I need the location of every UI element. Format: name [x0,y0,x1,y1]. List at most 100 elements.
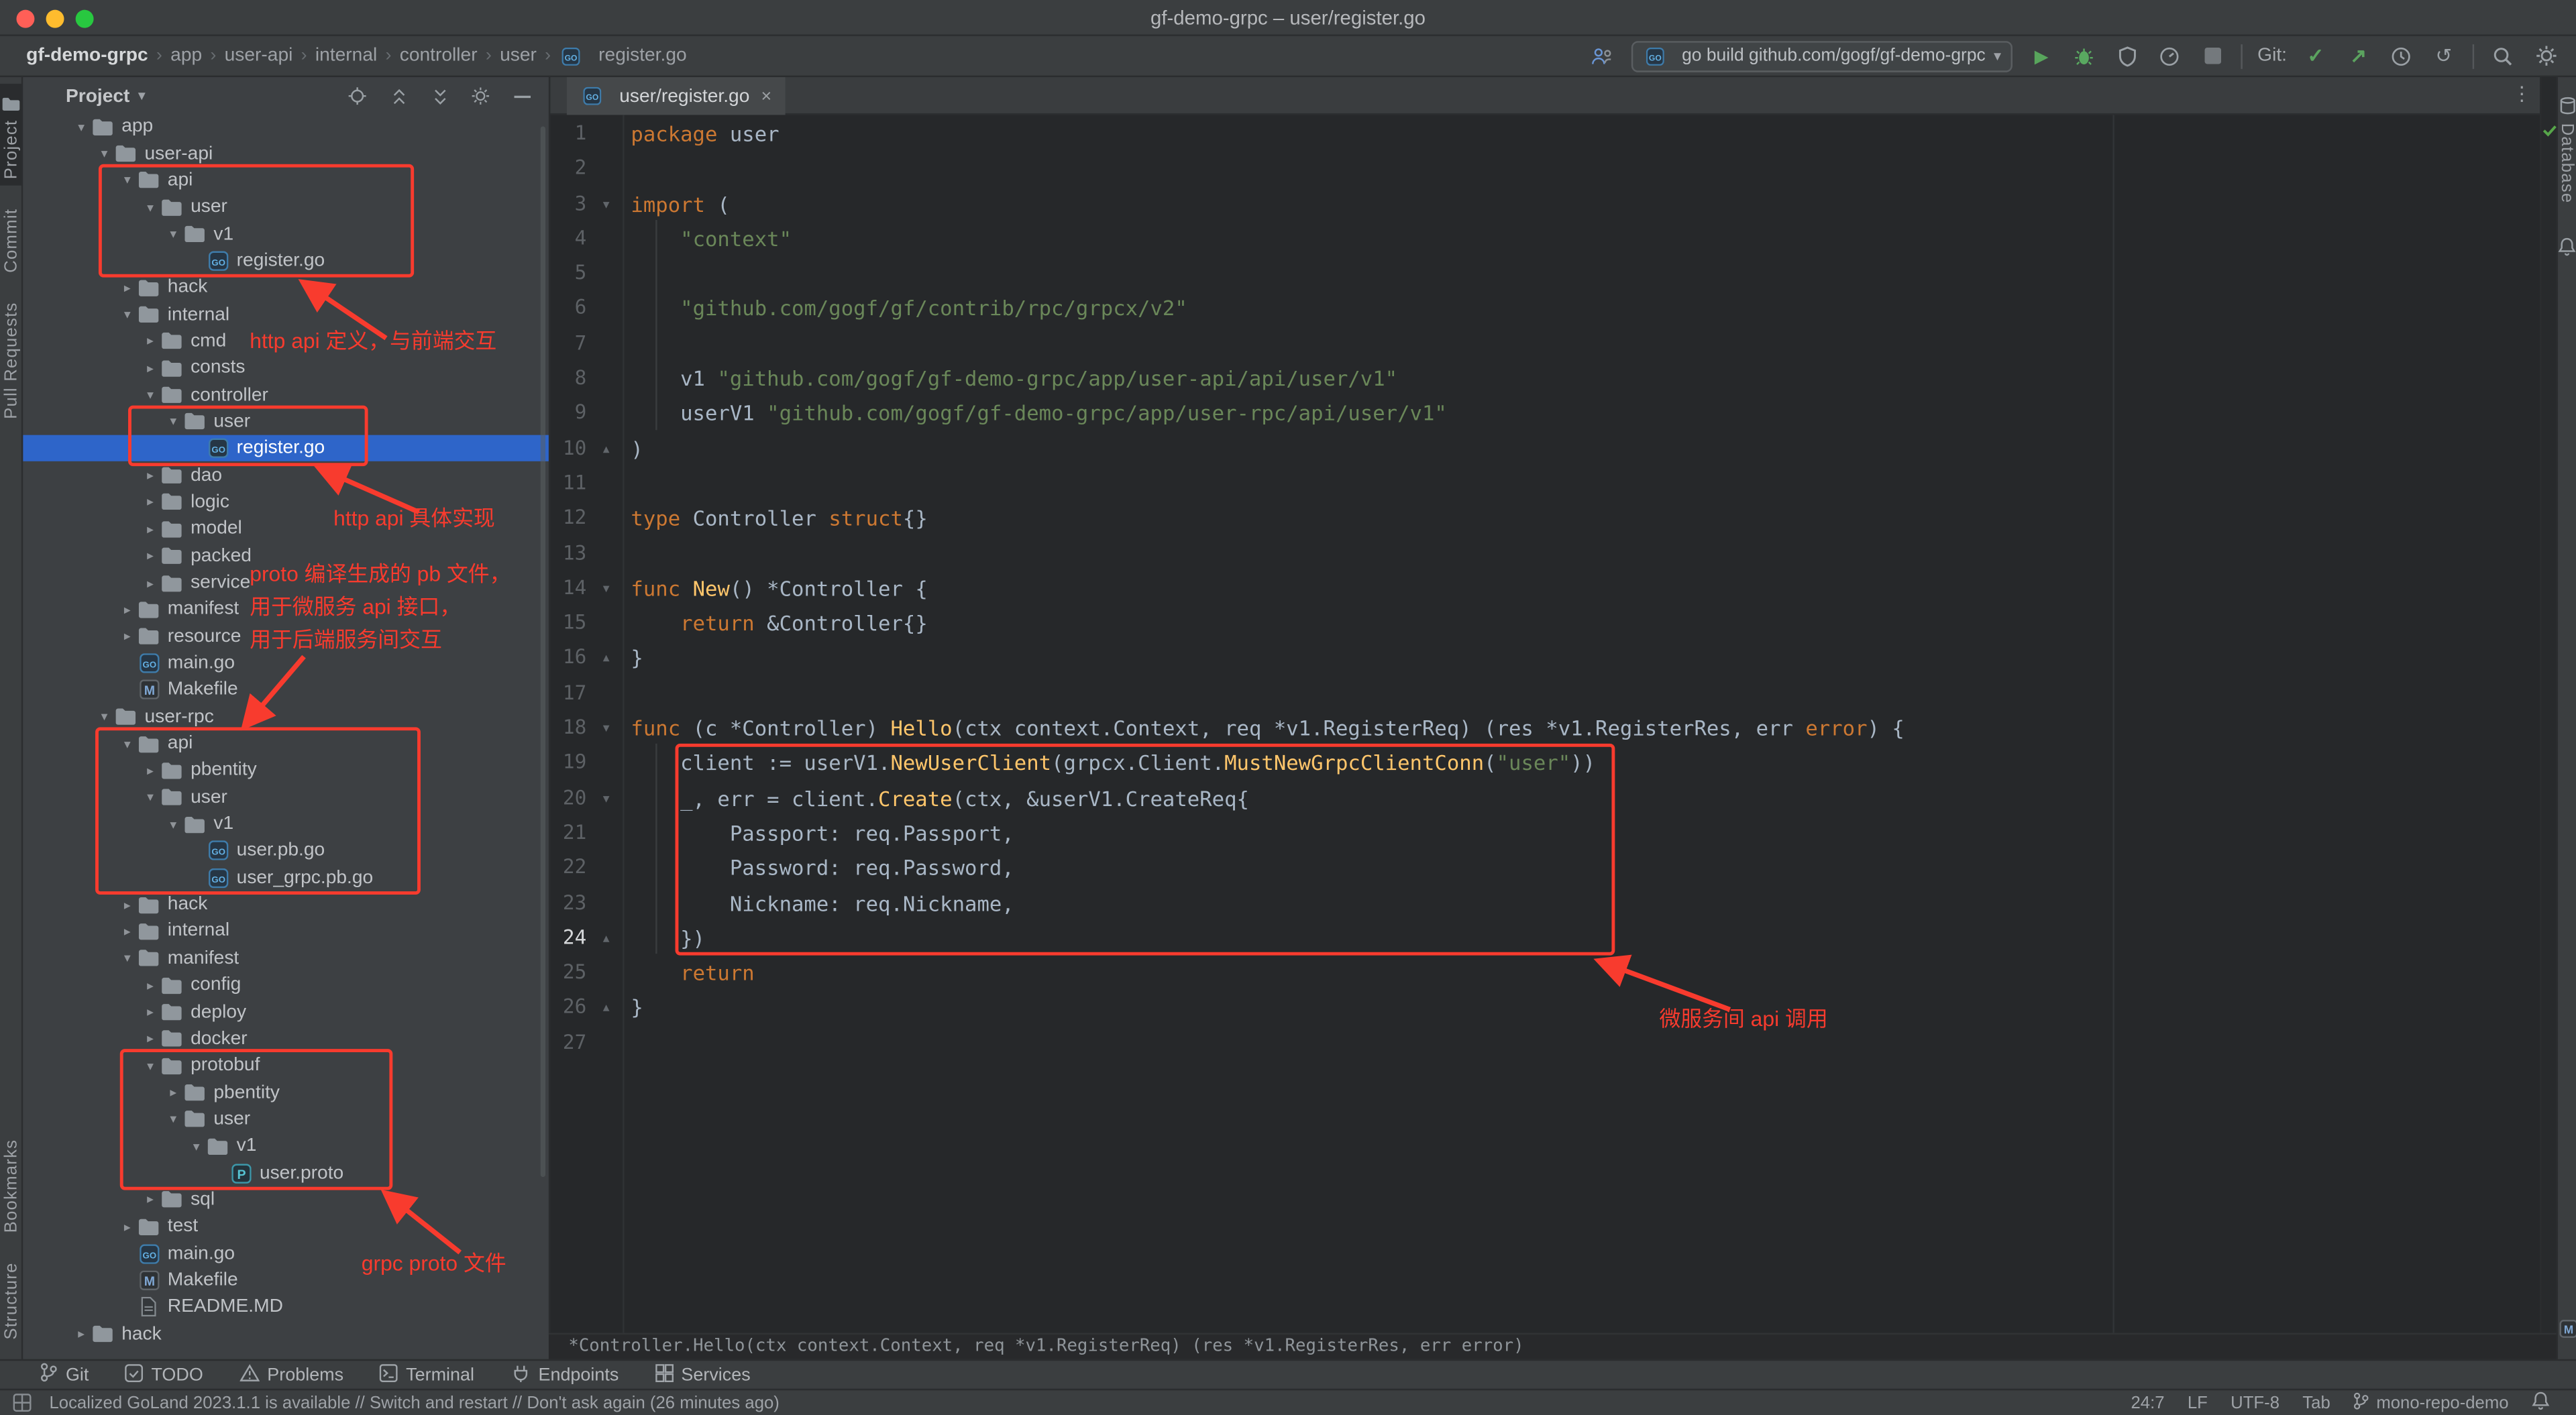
line-number[interactable]: 7 [550,327,586,361]
editor-line[interactable]: 23 Nickname: req.Nickname, [550,886,2541,921]
stop-button[interactable] [2198,42,2226,70]
tree-item-v1[interactable]: ▾v1 [23,221,549,247]
indent-indicator[interactable]: Tab [2302,1393,2330,1412]
search-icon[interactable] [2489,42,2517,70]
fold-end-icon[interactable]: ▴ [595,990,618,1025]
project-tree-scrollbar[interactable] [541,126,545,1177]
tab-options-icon[interactable]: ⋮ [2512,82,2531,105]
notifications-icon[interactable] [2532,1390,2550,1415]
code-line-text[interactable]: Passport: req.Passport, [631,815,1014,850]
editor-line[interactable]: 17 [550,676,2541,711]
editor-line[interactable]: 21 Passport: req.Passport, [550,815,2541,850]
code-with-me-icon[interactable] [1588,42,1616,70]
code-line-text[interactable]: } [631,641,643,676]
editor-line[interactable]: 4 "context" [550,221,2541,256]
tool-window-button-services[interactable]: Services [655,1363,751,1386]
fold-collapse-icon[interactable]: ▾ [595,186,618,221]
editor-line[interactable]: 6 "github.com/gogf/gf/contrib/rpc/grpcx/… [550,291,2541,326]
editor-line[interactable]: 10▴) [550,431,2541,466]
line-number[interactable]: 8 [550,361,586,396]
chevron-down-icon[interactable]: ▾ [72,119,91,134]
code-line-text[interactable]: v1 "github.com/gogf/gf-demo-grpc/app/use… [631,361,1397,396]
line-number[interactable]: 15 [550,606,586,641]
editor-line[interactable]: 19 client := userV1.NewUserClient(grpcx.… [550,746,2541,781]
chevron-right-icon[interactable]: ▸ [118,1219,136,1234]
editor-line[interactable]: 13 [550,536,2541,571]
code-line-text[interactable]: type Controller struct{} [631,501,927,536]
chevron-right-icon[interactable]: ▸ [118,924,136,939]
line-number[interactable]: 27 [550,1025,586,1060]
code-line-text[interactable]: _, err = client.Create(ctx, &userV1.Crea… [631,781,1249,815]
fold-collapse-icon[interactable]: ▾ [595,781,618,815]
chevron-down-icon[interactable]: ▾ [95,710,113,724]
breadcrumb-item[interactable]: gf-demo-grpc [26,46,148,66]
editor-line[interactable]: 25 return [550,956,2541,990]
tool-window-button-git[interactable]: Git [40,1363,89,1388]
line-number[interactable]: 21 [550,815,586,850]
code-line-text[interactable]: package user [631,117,779,152]
code-line-text[interactable]: } [631,990,643,1025]
chevron-right-icon[interactable]: ▸ [118,897,136,912]
editor-line[interactable]: 27 [550,1025,2541,1060]
line-number[interactable]: 25 [550,956,586,990]
chevron-down-icon[interactable]: ▾ [164,227,182,241]
code-line-text[interactable]: client := userV1.NewUserClient(grpcx.Cli… [631,746,1595,781]
project-tree[interactable]: ▾app▾user-api▾api▾user▾v1GOregister.go▸h… [23,113,549,1356]
tree-item-manifest[interactable]: ▾manifest [23,945,549,972]
line-number[interactable]: 19 [550,746,586,781]
line-number[interactable]: 12 [550,501,586,536]
make-tool-icon[interactable]: M [2559,1316,2576,1345]
tree-item-api[interactable]: ▾api [23,730,549,757]
tree-item-app[interactable]: ▾app [23,113,549,140]
tool-stripe-pull-requests-button[interactable]: Pull Requests [0,296,21,426]
select-opened-file-icon[interactable] [343,82,372,110]
line-number[interactable]: 14 [550,571,586,606]
tree-item-controller[interactable]: ▾controller [23,382,549,408]
code-line-text[interactable]: Password: req.Password, [631,851,1014,886]
tree-item-hack[interactable]: ▸hack [23,274,549,301]
code-line-text[interactable]: "context" [631,221,792,256]
chevron-right-icon[interactable]: ▸ [142,978,160,993]
chevron-down-icon[interactable]: ▾ [142,388,160,402]
code-line-text[interactable]: return &Controller{} [631,606,927,641]
line-number[interactable]: 3 [550,186,586,221]
tree-item-docker[interactable]: ▸docker [23,1025,549,1052]
fold-end-icon[interactable]: ▴ [595,431,618,466]
chevron-down-icon[interactable]: ▾ [164,1112,182,1127]
editor-line[interactable]: 5 [550,256,2541,291]
tree-item-user[interactable]: ▾user [23,408,549,435]
tool-window-button-problems[interactable]: Problems [239,1363,343,1386]
line-number[interactable]: 11 [550,466,586,501]
tree-item-user.proto[interactable]: Puser.proto [23,1159,549,1186]
encoding-indicator[interactable]: UTF-8 [2231,1393,2279,1412]
chevron-right-icon[interactable]: ▸ [142,763,160,778]
tree-item-user-api[interactable]: ▾user-api [23,140,549,167]
chevron-down-icon[interactable]: ▾ [118,951,136,966]
line-number[interactable]: 26 [550,990,586,1025]
expand-all-icon[interactable] [384,82,413,110]
tool-stripe-structure-button[interactable]: Structure [0,1255,23,1346]
tree-item-user[interactable]: ▾user [23,784,549,811]
chevron-right-icon[interactable]: ▸ [118,629,136,644]
code-line-text[interactable]: }) [631,921,705,956]
chevron-down-icon[interactable]: ▾ [118,736,136,751]
code-line-text[interactable]: func (c *Controller) Hello(ctx context.C… [631,711,1904,746]
project-view-selector[interactable]: Project [66,87,130,106]
commit-icon[interactable]: ✓ [2302,42,2330,70]
chevron-down-icon[interactable]: ▾ [142,1058,160,1073]
editor-line[interactable]: 8 v1 "github.com/gogf/gf-demo-grpc/app/u… [550,361,2541,396]
git-branch-widget[interactable]: mono-repo-demo [2353,1392,2509,1414]
tree-item-deploy[interactable]: ▸deploy [23,999,549,1025]
line-number[interactable]: 6 [550,291,586,326]
chevron-right-icon[interactable]: ▸ [142,1031,160,1046]
run-with-coverage-button[interactable] [2113,42,2141,70]
code-line-text[interactable]: userV1 "github.com/gogf/gf-demo-grpc/app… [631,396,1446,431]
line-number[interactable]: 9 [550,396,586,431]
tree-item-README.MD[interactable]: README.MD [23,1294,549,1320]
line-number[interactable]: 10 [550,431,586,466]
status-message[interactable]: Localized GoLand 2023.1.1 is available /… [49,1393,779,1412]
chevron-right-icon[interactable]: ▸ [142,549,160,563]
history-icon[interactable] [2387,42,2415,70]
editor-line[interactable]: 16▴} [550,641,2541,676]
tree-item-internal[interactable]: ▾internal [23,301,549,328]
